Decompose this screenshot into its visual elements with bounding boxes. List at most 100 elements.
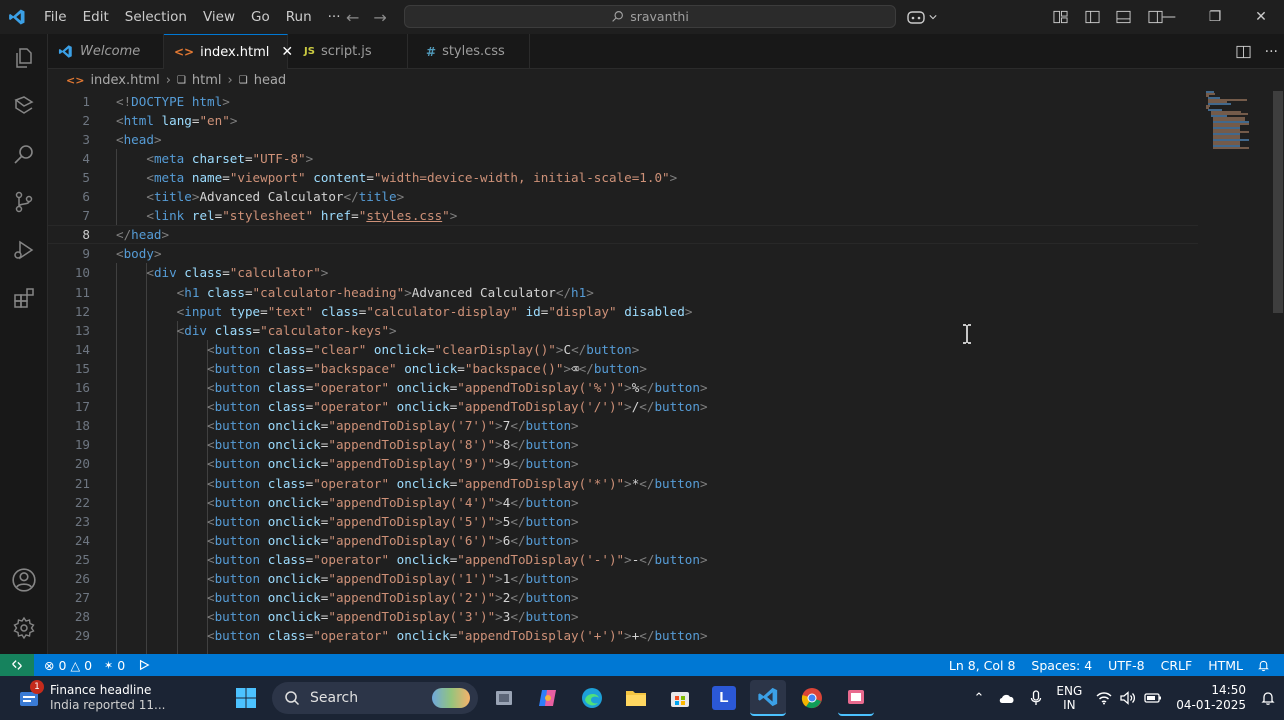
code-line[interactable]: 25 <button class="operator" onclick="app… xyxy=(48,550,1198,569)
code-line[interactable]: 22 <button onclick="appendToDisplay('4')… xyxy=(48,493,1198,512)
quick-settings[interactable] xyxy=(1096,691,1162,705)
language-mode[interactable]: HTML xyxy=(1200,658,1251,673)
more-actions-icon[interactable]: ··· xyxy=(1265,44,1278,60)
command-center[interactable]: sravanthi xyxy=(404,5,896,28)
menu-run[interactable]: Run xyxy=(278,0,320,34)
scrollbar-thumb[interactable] xyxy=(1273,91,1283,313)
edge-browser-icon[interactable] xyxy=(574,680,610,716)
code-line[interactable]: 28 <button onclick="appendToDisplay('3')… xyxy=(48,607,1198,626)
search-icon[interactable] xyxy=(0,130,48,178)
minimap[interactable] xyxy=(1198,91,1258,151)
code-line[interactable]: 9 <body> xyxy=(48,244,1198,263)
tab-label: styles.css xyxy=(442,44,505,59)
snipping-tool-icon[interactable] xyxy=(838,680,874,716)
menu-selection[interactable]: Selection xyxy=(117,0,195,34)
toggle-panel-icon[interactable] xyxy=(1116,10,1131,24)
vscode-app-icon[interactable] xyxy=(750,680,786,716)
settings-gear-icon[interactable] xyxy=(0,604,48,652)
task-view-icon[interactable] xyxy=(486,680,522,716)
menu-go[interactable]: Go xyxy=(243,0,278,34)
code-text: </head> xyxy=(116,227,170,243)
breadcrumb-head[interactable]: head xyxy=(254,73,286,88)
menu-file[interactable]: File xyxy=(36,0,75,34)
forward-arrow-icon[interactable]: → xyxy=(373,8,386,27)
code-line[interactable]: 4 <meta charset="UTF-8"> xyxy=(48,149,1198,168)
code-line[interactable]: 12 <input type="text" class="calculator-… xyxy=(48,302,1198,321)
remote-indicator-icon[interactable] xyxy=(0,654,34,676)
tab-script-js[interactable]: JS script.js xyxy=(288,34,408,69)
code-line[interactable]: 13 <div class="calculator-keys"> xyxy=(48,321,1198,340)
code-line[interactable]: 29 <button class="operator" onclick="app… xyxy=(48,626,1198,645)
notification-center-icon[interactable] xyxy=(1260,690,1276,706)
indentation[interactable]: Spaces: 4 xyxy=(1023,658,1100,673)
code-line[interactable]: 3 <head> xyxy=(48,130,1198,149)
chevron-right-icon: › xyxy=(227,72,233,88)
editor-scrollbar[interactable] xyxy=(1272,91,1284,654)
code-line[interactable]: 1 <!DOCTYPE html> xyxy=(48,92,1198,111)
menu-more[interactable]: ··· xyxy=(320,0,349,34)
copilot-icon[interactable] xyxy=(906,9,937,25)
toggle-primary-sidebar-icon[interactable] xyxy=(1085,10,1100,24)
accounts-icon[interactable] xyxy=(0,556,48,604)
tab-index-html[interactable]: <> index.html ✕ xyxy=(164,34,293,69)
extensions-icon[interactable] xyxy=(0,274,48,322)
menu-edit[interactable]: Edit xyxy=(75,0,117,34)
run-debug-icon[interactable] xyxy=(0,226,48,274)
close-window-icon[interactable]: ✕ xyxy=(1238,0,1284,34)
code-line[interactable]: 5 <meta name="viewport" content="width=d… xyxy=(48,168,1198,187)
chevron-up-icon[interactable]: ⌃ xyxy=(973,691,984,706)
copilot-app-icon[interactable] xyxy=(530,680,566,716)
code-line[interactable]: 8 </head> xyxy=(48,225,1198,245)
split-editor-icon[interactable] xyxy=(1236,45,1251,59)
back-arrow-icon[interactable]: ← xyxy=(346,8,359,27)
code-editor[interactable]: 1 <!DOCTYPE html> 2 <html lang="en"> 3 <head>… xyxy=(48,91,1284,654)
input-language[interactable]: ENG IN xyxy=(1056,684,1082,712)
code-line[interactable]: 11 <h1 class="calculator-heading">Advanc… xyxy=(48,283,1198,302)
code-line[interactable]: 23 <button onclick="appendToDisplay('5')… xyxy=(48,512,1198,531)
clock[interactable]: 14:50 04-01-2025 xyxy=(1176,683,1246,713)
windows-start-icon[interactable] xyxy=(228,680,264,716)
taskbar-search[interactable]: Search xyxy=(272,682,478,714)
debug-status-icon[interactable] xyxy=(131,659,157,671)
line-number: 17 xyxy=(74,399,90,415)
code-line[interactable]: 19 <button onclick="appendToDisplay('8')… xyxy=(48,435,1198,454)
chrome-browser-icon[interactable] xyxy=(794,680,830,716)
code-line[interactable]: 21 <button class="operator" onclick="app… xyxy=(48,474,1198,493)
code-line[interactable]: 24 <button onclick="appendToDisplay('6')… xyxy=(48,531,1198,550)
microphone-icon[interactable] xyxy=(1030,690,1042,706)
notifications-bell-icon[interactable] xyxy=(1251,659,1276,672)
cursor-position[interactable]: Ln 8, Col 8 xyxy=(941,658,1024,673)
onedrive-cloud-icon[interactable] xyxy=(998,692,1016,704)
code-line[interactable]: 6 <title>Advanced Calculator</title> xyxy=(48,187,1198,206)
restore-icon[interactable]: ❐ xyxy=(1192,0,1238,34)
code-line[interactable]: 2 <html lang="en"> xyxy=(48,111,1198,130)
encoding[interactable]: UTF-8 xyxy=(1100,658,1152,673)
code-line[interactable]: 10 <div class="calculator"> xyxy=(48,263,1198,282)
minimize-icon[interactable]: — xyxy=(1146,0,1192,34)
problems-indicator[interactable]: ⊗ 0 △ 0 xyxy=(38,658,98,673)
customize-layout-icon[interactable] xyxy=(1053,10,1068,24)
microsoft-store-icon[interactable] xyxy=(662,680,698,716)
end-of-line[interactable]: CRLF xyxy=(1153,658,1201,673)
breadcrumb-file[interactable]: index.html xyxy=(90,73,159,88)
code-line[interactable]: 15 <button class="backspace" onclick="ba… xyxy=(48,359,1198,378)
launcher-l-icon[interactable]: L xyxy=(706,680,742,716)
code-line[interactable]: 27 <button onclick="appendToDisplay('2')… xyxy=(48,588,1198,607)
code-line[interactable]: 26 <button onclick="appendToDisplay('1')… xyxy=(48,569,1198,588)
ports-indicator[interactable]: ✶ 0 xyxy=(98,658,131,673)
code-line[interactable]: 17 <button class="operator" onclick="app… xyxy=(48,397,1198,416)
testing-flask-icon[interactable] xyxy=(0,82,48,130)
explorer-icon[interactable] xyxy=(0,34,48,82)
source-control-icon[interactable] xyxy=(0,178,48,226)
code-line[interactable]: 18 <button onclick="appendToDisplay('7')… xyxy=(48,416,1198,435)
code-line[interactable]: 7 <link rel="stylesheet" href="styles.cs… xyxy=(48,206,1198,225)
tab-styles-css[interactable]: # styles.css xyxy=(408,34,530,69)
code-line[interactable]: 20 <button onclick="appendToDisplay('9')… xyxy=(48,454,1198,473)
code-line[interactable]: 14 <button class="clear" onclick="clearD… xyxy=(48,340,1198,359)
file-explorer-icon[interactable] xyxy=(618,680,654,716)
code-line[interactable]: 16 <button class="operator" onclick="app… xyxy=(48,378,1198,397)
menu-view[interactable]: View xyxy=(195,0,243,34)
tab-welcome[interactable]: Welcome xyxy=(48,34,164,69)
breadcrumb-html[interactable]: html xyxy=(192,73,222,88)
news-widget[interactable]: 1 Finance headline India reported 11... xyxy=(18,680,178,716)
